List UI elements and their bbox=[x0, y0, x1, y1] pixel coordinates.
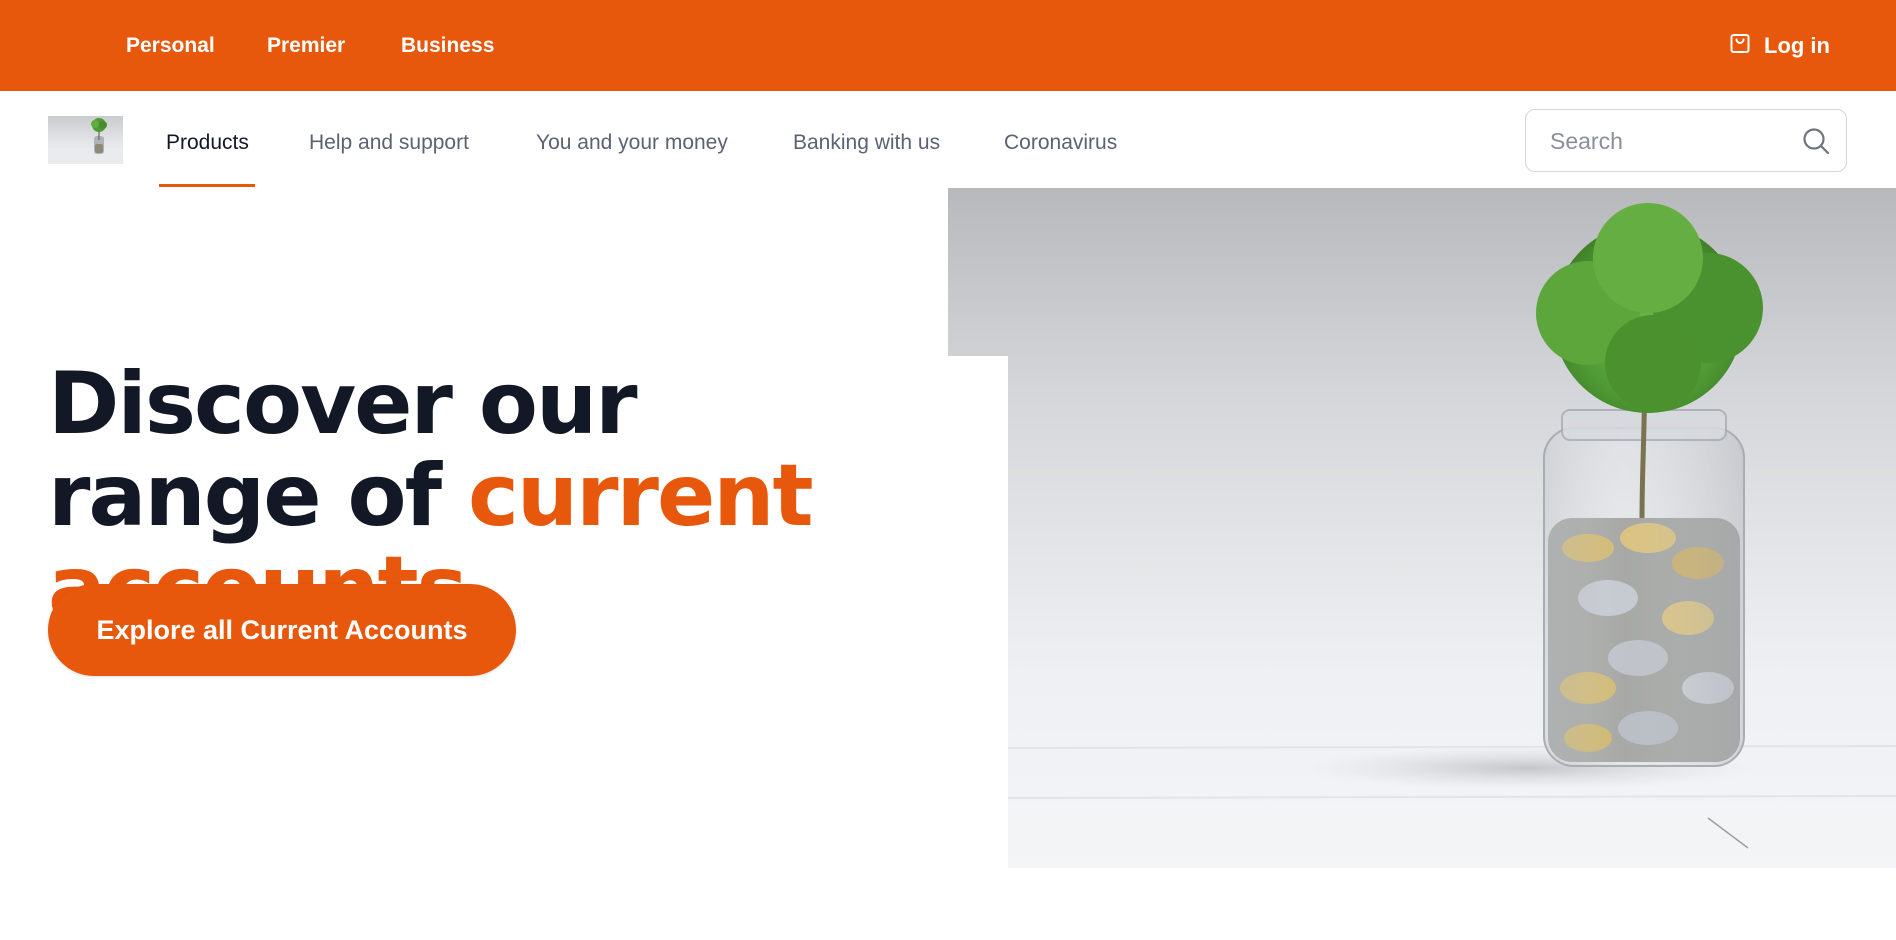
login-label: Log in bbox=[1764, 33, 1830, 58]
brand-logo[interactable] bbox=[48, 116, 123, 164]
hero-image-tree-coin-jar bbox=[948, 188, 1896, 868]
segment-link-personal[interactable]: Personal bbox=[126, 32, 215, 60]
nav-item-you-and-your-money[interactable]: You and your money bbox=[536, 129, 728, 157]
explore-current-accounts-button[interactable]: Explore all Current Accounts bbox=[48, 584, 516, 676]
nav-item-coronavirus[interactable]: Coronavirus bbox=[1004, 129, 1117, 157]
login-button[interactable]: Log in bbox=[1728, 30, 1830, 62]
active-nav-indicator bbox=[159, 184, 255, 187]
segment-link-premier[interactable]: Premier bbox=[267, 32, 345, 60]
nav-item-products[interactable]: Products bbox=[166, 129, 249, 157]
shopping-bag-icon bbox=[1728, 31, 1752, 61]
nav-item-banking-with-us[interactable]: Banking with us bbox=[793, 129, 940, 157]
hero-image-cutout bbox=[948, 356, 1008, 868]
search-input[interactable] bbox=[1550, 124, 1780, 158]
segment-bar: Personal Premier Business Log in bbox=[0, 0, 1896, 91]
search-icon[interactable] bbox=[1801, 126, 1831, 156]
main-nav: Products Help and support You and your m… bbox=[0, 91, 1896, 188]
nav-item-help-and-support[interactable]: Help and support bbox=[309, 129, 469, 157]
search-box[interactable] bbox=[1525, 109, 1847, 172]
segment-link-business[interactable]: Business bbox=[401, 32, 494, 60]
